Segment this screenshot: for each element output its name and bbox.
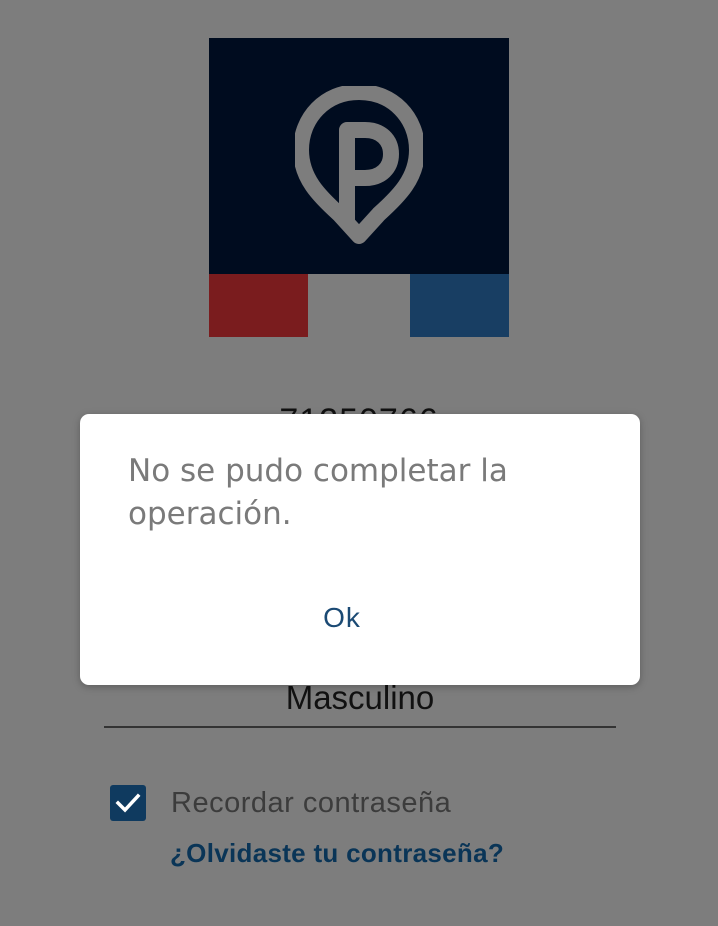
flag-blue-stripe	[410, 274, 509, 337]
flag-white-stripe	[308, 274, 410, 337]
flag-red-stripe	[209, 274, 308, 337]
parking-pin-icon	[295, 86, 423, 244]
forgot-password-link[interactable]: ¿Olvidaste tu contraseña?	[170, 838, 504, 869]
dialog-message: No se pudo completar la operación.	[128, 453, 508, 532]
app-logo	[209, 38, 509, 337]
logo-navy-block	[209, 38, 509, 274]
error-dialog: No se pudo completar la operación. Ok	[80, 414, 640, 685]
ok-button[interactable]: Ok	[80, 594, 604, 642]
remember-checkbox[interactable]	[110, 785, 146, 821]
remember-password-row[interactable]: Recordar contraseña	[110, 785, 451, 821]
remember-password-label: Recordar contraseña	[171, 786, 452, 819]
checkmark-icon	[115, 793, 141, 813]
login-screen: 71250766 Masculino Recordar contraseña ¿…	[0, 0, 718, 926]
